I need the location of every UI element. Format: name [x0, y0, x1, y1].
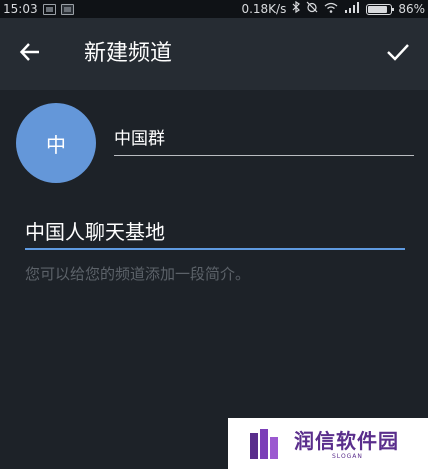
avatar-letter: 中: [46, 132, 66, 157]
watermark-text: 润信软件园: [294, 429, 399, 453]
status-bar-left: 15:03: [3, 0, 74, 18]
screen: 15:03 0.18K/s 86% 新建频道 中 中国群 中国人聊天基地 您可以…: [0, 0, 428, 469]
status-bar-right: 0.18K/s 86%: [241, 0, 425, 18]
channel-name-value: 中国群: [114, 129, 165, 149]
alarm-off-icon: [306, 0, 318, 18]
description-hint: 您可以给您的频道添加一段简介。: [25, 265, 251, 283]
page-title: 新建频道: [84, 41, 173, 66]
checkmark-icon: [386, 42, 410, 66]
channel-description-input[interactable]: 中国人聊天基地: [25, 212, 405, 250]
confirm-button[interactable]: [380, 36, 416, 72]
wifi-icon: [324, 0, 338, 18]
battery-icon: [366, 3, 395, 15]
signal-icon: [344, 0, 360, 18]
network-speed: 0.18K/s: [241, 2, 287, 16]
channel-name-input[interactable]: 中国群: [114, 120, 414, 156]
back-button[interactable]: [12, 36, 48, 72]
bluetooth-icon: [292, 0, 301, 18]
watermark-logo-icon: [250, 429, 278, 459]
arrow-left-icon: [19, 41, 41, 67]
status-time: 15:03: [3, 2, 38, 16]
channel-avatar[interactable]: 中: [16, 103, 96, 183]
status-bar: 15:03 0.18K/s 86%: [0, 0, 428, 18]
notification-app-icon: [42, 3, 56, 15]
notification-app-icon-2: [60, 3, 74, 15]
toolbar: 新建频道: [0, 18, 428, 90]
channel-description-value: 中国人聊天基地: [25, 220, 165, 244]
battery-percent: 86%: [398, 2, 425, 16]
watermark: 润信软件园 SLOGAN: [228, 418, 428, 469]
watermark-slogan: SLOGAN: [332, 453, 363, 460]
